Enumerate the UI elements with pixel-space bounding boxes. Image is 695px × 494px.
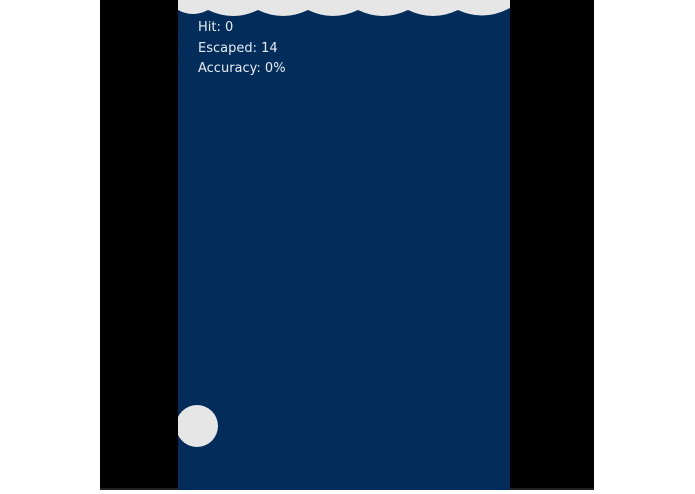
wave-top-border: [178, 0, 510, 16]
hit-counter: Hit: 0: [198, 20, 234, 35]
accuracy-counter: Accuracy: 0%: [198, 61, 286, 76]
player-ball[interactable]: [178, 405, 218, 447]
score-hud: Hit: 0 Escaped: 14 Accuracy: 0%: [198, 18, 286, 80]
escaped-counter: Escaped: 14: [198, 40, 278, 56]
game-canvas[interactable]: Hit: 0 Escaped: 14 Accuracy: 0%: [178, 0, 510, 490]
